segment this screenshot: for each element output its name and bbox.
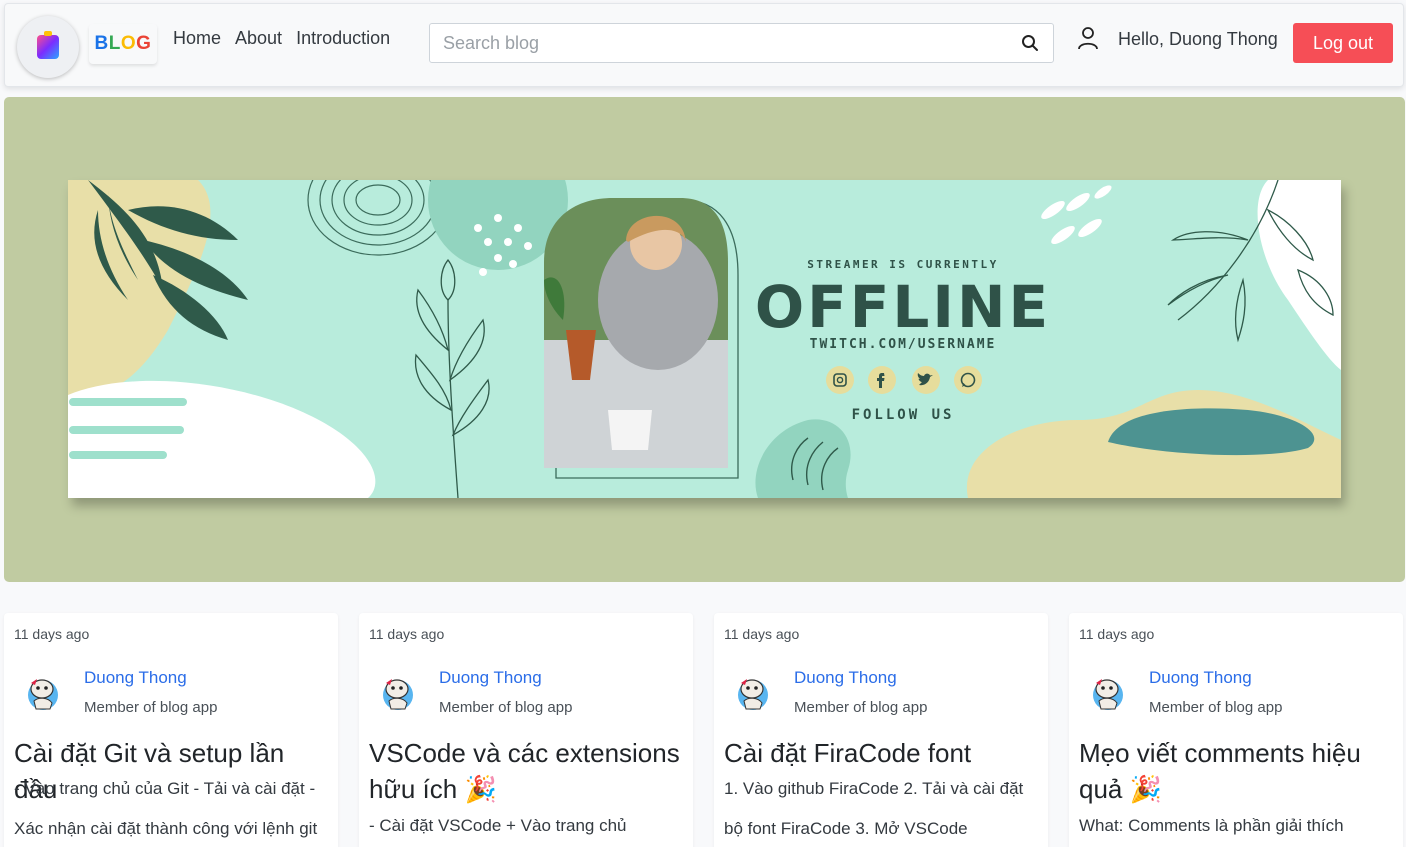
author-role: Member of blog app (794, 699, 928, 716)
author-name[interactable]: Duong Thong (1149, 668, 1252, 688)
twitter-icon (912, 366, 940, 394)
nav-links: Home About Introduction (173, 28, 390, 49)
author-role: Member of blog app (84, 699, 218, 716)
author-avatar[interactable] (22, 671, 64, 713)
brand-letter: G (136, 33, 152, 54)
post-excerpt: - Vào trang chủ của Git - Tải và cài đặt… (14, 779, 318, 838)
author-name[interactable]: Duong Thong (84, 668, 187, 688)
nav-link-about[interactable]: About (235, 28, 282, 49)
post-time: 11 days ago (1079, 626, 1155, 642)
author-role: Member of blog app (439, 699, 573, 716)
banner-follow-us: FOLLOW US (852, 407, 955, 423)
post-title[interactable]: Cài đặt FiraCode font (724, 735, 1044, 771)
post-excerpt: What: Comments là phần giải thích (1079, 816, 1344, 835)
user-greeting: Hello, Duong Thong (1118, 29, 1278, 49)
banner-illustration: STREAMER IS CURRENTLY OFFLINE TWITCH.COM… (68, 180, 1341, 498)
post-card[interactable]: 11 days ago Duong Thong Member of blog a… (714, 613, 1048, 847)
search-input[interactable] (430, 24, 1000, 62)
author-avatar[interactable] (732, 671, 774, 713)
whatsapp-icon (954, 366, 982, 394)
brand-letter: L (108, 33, 121, 54)
post-excerpt: - Cài đặt VSCode + Vào trang chủ (369, 816, 627, 835)
nav-link-introduction[interactable]: Introduction (296, 28, 390, 49)
banner-url: TWITCH.COM/USERNAME (810, 337, 997, 352)
author-avatar[interactable] (1087, 671, 1129, 713)
brand-letter: O (120, 33, 137, 54)
author-name[interactable]: Duong Thong (439, 668, 542, 688)
author-name[interactable]: Duong Thong (794, 668, 897, 688)
author-role: Member of blog app (1149, 699, 1283, 716)
post-card[interactable]: 11 days ago Duong Thong Member of blog a… (4, 613, 338, 847)
post-time: 11 days ago (369, 626, 445, 642)
facebook-icon (868, 366, 896, 394)
banner-status-line: STREAMER IS CURRENTLY (807, 258, 999, 271)
search-box (429, 23, 1054, 63)
hero-section: STREAMER IS CURRENTLY OFFLINE TWITCH.COM… (4, 97, 1405, 582)
post-title[interactable]: Mẹo viết comments hiệu quả 🎉 (1079, 735, 1399, 807)
post-time: 11 days ago (14, 626, 90, 642)
post-title[interactable]: VSCode và các extensions hữu ích 🎉 (369, 735, 689, 807)
banner-headline: OFFLINE (755, 273, 1051, 341)
logo-icon (37, 31, 59, 59)
author-avatar[interactable] (377, 671, 419, 713)
post-card[interactable]: 11 days ago Duong Thong Member of blog a… (1069, 613, 1403, 847)
brand-button[interactable]: BLOG (89, 24, 157, 64)
post-excerpt: 1. Vào github FiraCode 2. Tải và cài đặt… (724, 779, 1024, 838)
post-time: 11 days ago (724, 626, 800, 642)
post-card[interactable]: 11 days ago Duong Thong Member of blog a… (359, 613, 693, 847)
nav-link-home[interactable]: Home (173, 28, 221, 49)
logout-button[interactable]: Log out (1293, 23, 1393, 63)
site-logo[interactable] (17, 16, 79, 78)
hero-banner: STREAMER IS CURRENTLY OFFLINE TWITCH.COM… (68, 180, 1341, 498)
top-navbar: BLOG Home About Introduction Hello, Duon… (4, 3, 1404, 87)
brand-letter: B (94, 33, 109, 54)
search-icon[interactable] (1021, 34, 1039, 52)
instagram-icon (826, 366, 854, 394)
user-icon[interactable] (1077, 26, 1099, 50)
